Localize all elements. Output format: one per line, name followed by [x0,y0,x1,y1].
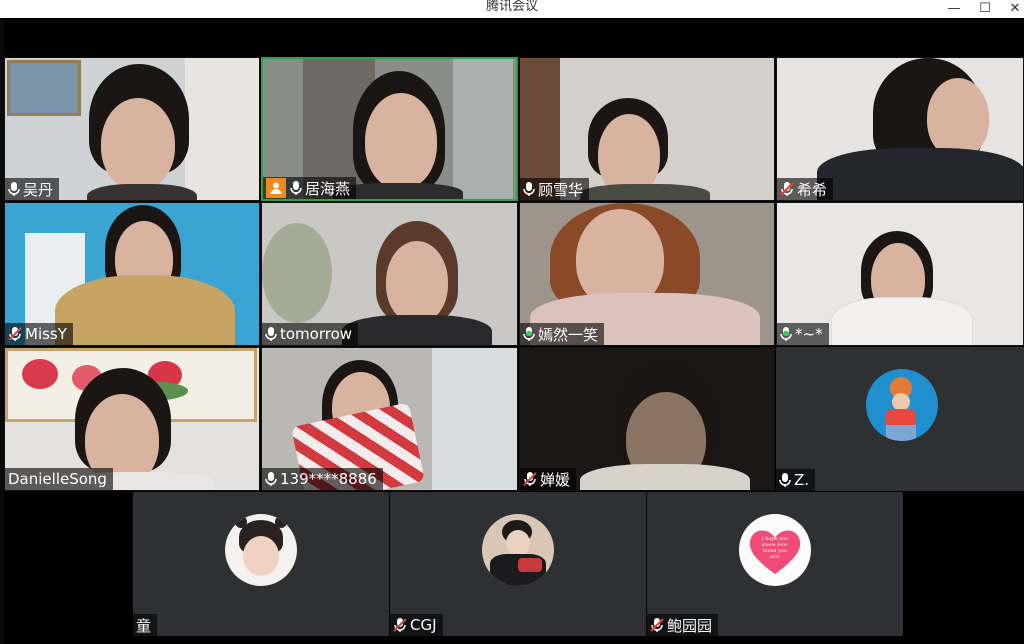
title-bar: 腾讯会议 — ☐ ✕ [0,0,1024,18]
microphone-icon [523,181,535,197]
microphone-muted-icon [8,326,22,342]
video-tile-active-speaker[interactable]: 居海燕 [261,57,518,201]
video-tile[interactable]: 婵媛 [519,347,775,491]
avatar [482,514,554,586]
microphone-muted-icon [523,471,537,487]
avatar [866,369,938,441]
participant-name: 童 [136,616,152,635]
video-tile[interactable]: 嫣然一笑 [519,202,775,346]
minimize-button[interactable]: — [940,0,968,18]
avatar [225,514,297,586]
avatar-tile[interactable]: Z. [776,347,1024,491]
participant-name: *~* [795,325,823,343]
participant-name-tag: 嫣然一笑 [520,323,605,345]
participant-name-tag: 婵媛 [520,468,577,490]
video-tile[interactable]: MissY [4,202,260,346]
participant-name: 希希 [797,180,828,199]
participant-name-tag: 鲍园园 [647,614,719,636]
microphone-icon [265,471,277,487]
participant-name-tag: Z. [776,469,816,491]
avatar-tile[interactable]: 童 [133,492,389,636]
participant-name: tomorrow [280,325,353,343]
participant-name: CGJ [410,616,437,634]
participant-name: 顾雪华 [538,180,584,199]
participant-name: 吴丹 [23,180,54,199]
microphone-muted-icon [650,617,664,633]
video-tile[interactable]: 吴丹 [4,57,260,201]
host-icon [266,178,286,198]
participant-name-tag: 顾雪华 [520,178,590,200]
video-tile[interactable]: tomorrow [261,202,518,346]
microphone-icon [290,180,302,196]
avatar: I hope you know how loved you are! [739,514,811,586]
avatar-tile[interactable]: I hope you know how loved you are! 鲍园园 [647,492,903,636]
participant-name-tag: MissY [5,323,73,345]
video-tile[interactable]: 希希 [776,57,1024,201]
participant-name-tag: 童 [133,614,158,636]
participant-name: 嫣然一笑 [538,325,599,344]
participant-name-tag: *~* [777,323,829,345]
microphone-icon [265,326,277,342]
video-tile[interactable]: 顾雪华 [519,57,775,201]
participant-name-tag: DanielleSong [5,468,113,490]
wall-painting [7,60,81,116]
microphone-muted-icon [780,181,794,197]
window-title: 腾讯会议 [485,0,538,14]
microphone-active-icon [523,326,535,342]
participant-name: 婵媛 [540,470,571,489]
participant-name-tag: 希希 [777,178,834,200]
microphone-icon [779,472,791,488]
maximize-button[interactable]: ☐ [971,0,999,18]
participant-name: DanielleSong [8,470,107,488]
microphone-active-icon [780,326,792,342]
participant-name-tag: 吴丹 [5,178,60,200]
participant-name-tag: tomorrow [262,323,359,345]
participant-name-tag: 139****8886 [262,468,383,490]
participant-name: 居海燕 [305,179,351,198]
participant-name: MissY [25,325,67,343]
participant-name: 139****8886 [280,470,377,488]
heart-text: I hope you know how loved you are! [761,536,789,560]
video-tile[interactable]: DanielleSong [4,347,260,491]
avatar-tile[interactable]: CGJ [390,492,646,636]
participant-name-tag: CGJ [390,614,443,636]
microphone-muted-icon [393,617,407,633]
participant-name: Z. [794,471,810,489]
participant-name-tag: 居海燕 [263,177,357,199]
video-tile[interactable]: *~* [776,202,1024,346]
close-button[interactable]: ✕ [1001,0,1024,18]
video-tile[interactable]: 139****8886 [261,347,518,491]
microphone-icon [8,181,20,197]
participant-name: 鲍园园 [667,616,713,635]
